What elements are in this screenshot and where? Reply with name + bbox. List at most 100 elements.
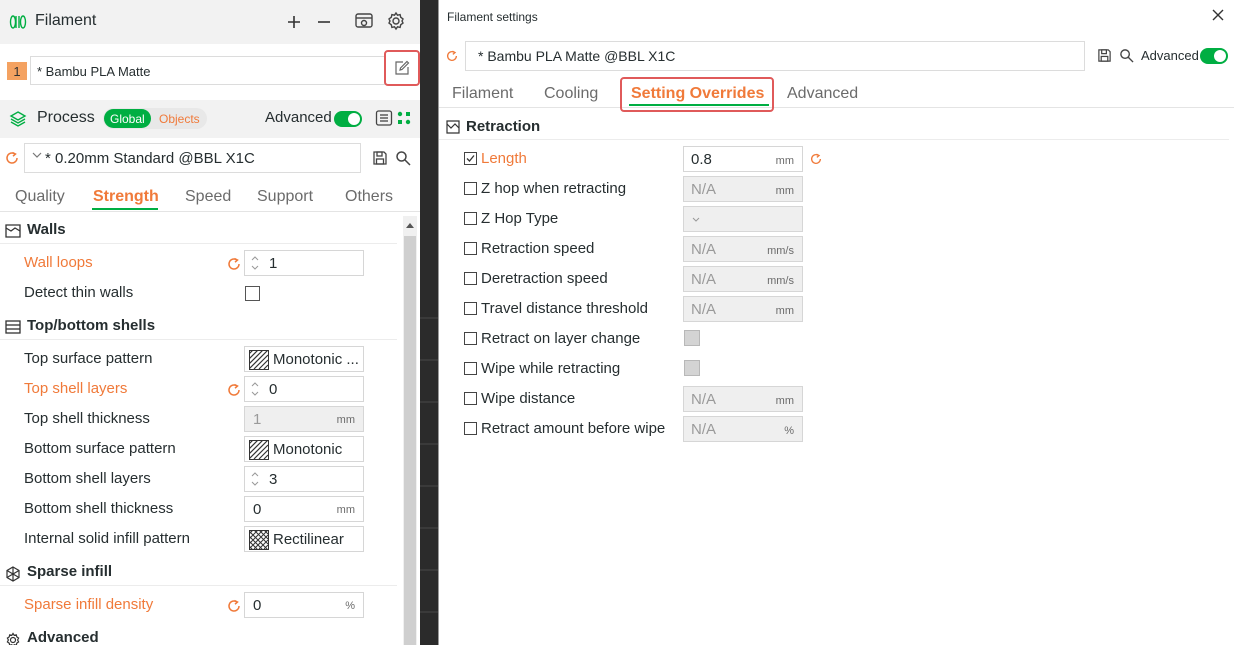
length-label: Length [481,150,527,167]
global-pill[interactable]: Global [104,109,151,128]
save-icon[interactable] [372,150,388,166]
sync-printer-icon[interactable] [354,11,374,31]
retraction-speed-input[interactable]: N/A mm/s [683,236,803,262]
retract-layer-change-checkbox[interactable] [464,332,477,345]
bottom-surface-pattern-label: Bottom surface pattern [24,440,176,457]
deretraction-speed-input[interactable]: N/A mm/s [683,266,803,292]
spin-arrows-icon[interactable] [249,253,261,273]
list-icon[interactable] [374,108,394,128]
z-hop-label: Z hop when retracting [481,180,627,197]
scrollbar-thumb[interactable] [404,236,416,645]
save-icon[interactable] [1097,48,1112,63]
objects-pill[interactable]: Objects [153,109,206,128]
internal-solid-infill-select[interactable]: Rectilinear [244,526,364,552]
deretraction-speed-checkbox[interactable] [464,272,477,285]
bottom-shell-layers-input[interactable]: 3 [244,466,364,492]
tab-quality[interactable]: Quality [15,188,65,206]
tab-cooling[interactable]: Cooling [544,85,598,103]
wall-loops-label: Wall loops [24,254,93,271]
bottom-shell-thickness-input[interactable]: 0 mm [244,496,364,522]
wipe-distance-input[interactable]: N/A mm [683,386,803,412]
chevron-down-icon [31,149,43,161]
tab-filament[interactable]: Filament [452,85,513,103]
section-title: Retraction [466,118,541,135]
top-shell-layers-input[interactable]: 0 [244,376,364,402]
retract-layer-change-toggle[interactable] [684,330,700,346]
sparse-infill-density-label: Sparse infill density [24,596,154,613]
walls-icon [5,224,21,238]
advanced-toggle[interactable] [1200,48,1228,64]
reset-icon[interactable] [226,382,242,398]
section-sparse-infill: Sparse infill [0,560,397,586]
process-preset-text: * 0.20mm Standard @BBL X1C [45,150,255,167]
retraction-icon [446,120,460,134]
section-title: Advanced [27,629,99,645]
search-icon[interactable] [1119,48,1134,63]
detect-thin-walls-label: Detect thin walls [24,284,134,301]
sparse-infill-density-input[interactable]: 0 % [244,592,364,618]
filament-slot-badge[interactable]: 1 [7,62,27,80]
bottom-shell-layers-label: Bottom shell layers [24,470,151,487]
monotonic-pattern-icon [249,440,269,460]
filament-tabs: Filament Cooling Setting Overrides Advan… [439,78,1234,108]
retract-before-wipe-checkbox[interactable] [464,422,477,435]
reset-icon[interactable] [809,152,823,166]
retract-before-wipe-input[interactable]: N/A % [683,416,803,442]
travel-threshold-checkbox[interactable] [464,302,477,315]
tab-speed[interactable]: Speed [185,188,231,206]
wipe-retracting-checkbox[interactable] [464,362,477,375]
length-checkbox[interactable] [464,152,477,165]
top-shell-layers-label: Top shell layers [24,380,128,397]
close-icon[interactable] [1211,8,1227,24]
filament-preset-select[interactable]: * Bambu PLA Matte @BBL X1C [465,41,1085,71]
section-walls: Walls [0,218,397,244]
reset-icon[interactable] [226,598,242,614]
bottom-shell-thickness-label: Bottom shell thickness [24,500,174,517]
settings-gear-icon[interactable] [386,11,406,31]
wipe-distance-label: Wipe distance [481,390,576,407]
wipe-retracting-toggle[interactable] [684,360,700,376]
length-input[interactable]: 0.8 mm [683,146,803,172]
z-hop-checkbox[interactable] [464,182,477,195]
retraction-speed-checkbox[interactable] [464,242,477,255]
infill-icon [5,566,21,582]
top-shell-thickness-label: Top shell thickness [24,410,150,427]
wipe-distance-checkbox[interactable] [464,392,477,405]
retraction-speed-label: Retraction speed [481,240,595,257]
detect-thin-walls-checkbox[interactable] [245,286,260,301]
spin-arrows-icon[interactable] [249,469,261,489]
wall-loops-input[interactable]: 1 [244,250,364,276]
z-hop-type-checkbox[interactable] [464,212,477,225]
scroll-up-icon[interactable] [405,221,415,229]
gear-icon [5,632,21,645]
compare-icon[interactable] [394,108,414,128]
reset-icon[interactable] [226,256,242,272]
3d-viewport-edge [420,0,438,645]
z-hop-type-select[interactable] [683,206,803,232]
top-shell-thickness-input[interactable]: 1 mm [244,406,364,432]
edit-filament-button[interactable] [384,50,420,86]
reset-preset-icon[interactable] [4,150,20,166]
shells-icon [5,320,21,334]
travel-threshold-input[interactable]: N/A mm [683,296,803,322]
process-title: Process [37,109,95,126]
tab-highlight-box [620,77,774,112]
remove-icon[interactable] [314,12,334,32]
tab-strength[interactable]: Strength [93,188,159,206]
advanced-toggle[interactable] [334,111,362,127]
z-hop-input[interactable]: N/A mm [683,176,803,202]
bottom-surface-pattern-select[interactable]: Monotonic [244,436,364,462]
tab-advanced[interactable]: Advanced [787,85,858,103]
filament-spool-icon [8,12,28,32]
tab-support[interactable]: Support [257,188,313,206]
filament-select[interactable]: * Bambu PLA Matte [30,56,385,85]
filament-title: Filament [35,12,97,29]
add-icon[interactable] [284,12,304,32]
top-surface-pattern-select[interactable]: Monotonic ... [244,346,364,372]
tab-others[interactable]: Others [345,188,393,206]
process-preset-select[interactable]: * 0.20mm Standard @BBL X1C [24,143,361,173]
spin-arrows-icon[interactable] [249,379,261,399]
search-icon[interactable] [395,150,411,166]
retract-layer-change-label: Retract on layer change [481,330,641,347]
reset-preset-icon[interactable] [445,49,459,63]
